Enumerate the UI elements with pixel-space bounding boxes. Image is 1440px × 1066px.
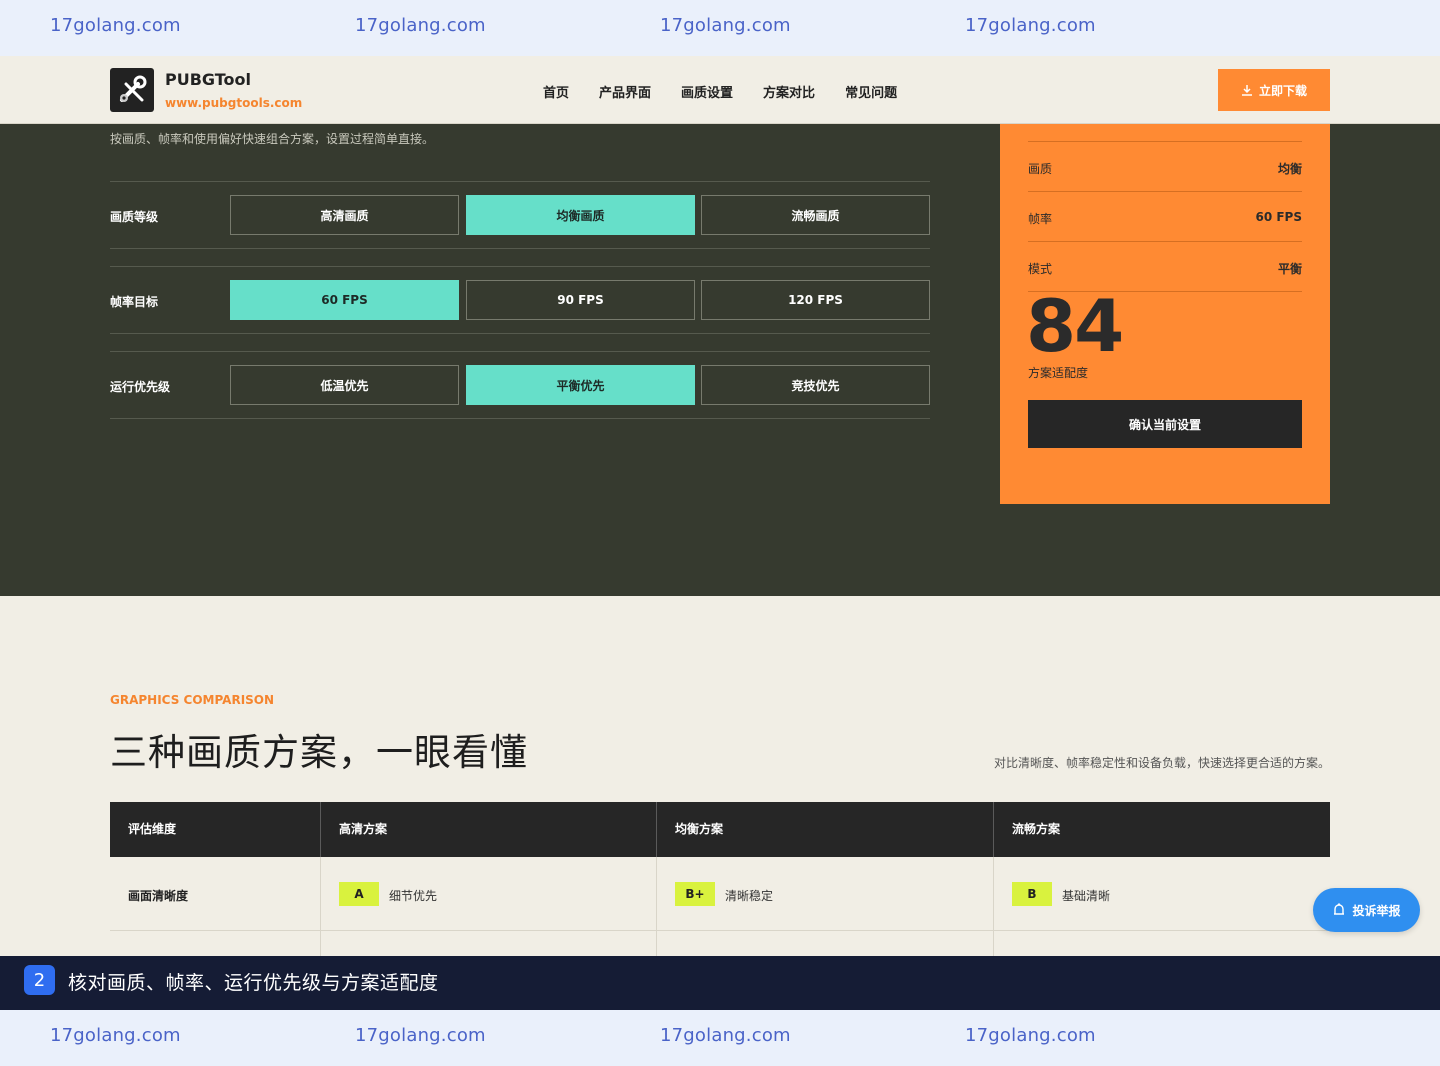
table-cell — [656, 931, 993, 956]
download-icon — [1241, 85, 1252, 96]
watermark-text: 17golang.com — [355, 1025, 486, 1046]
option-button[interactable]: 低温优先 — [230, 365, 459, 405]
table-header-cell: 均衡方案 — [656, 802, 993, 857]
option-button-selected[interactable]: 平衡优先 — [466, 365, 695, 405]
section-eyebrow: GRAPHICS COMPARISON — [110, 693, 275, 707]
report-label: 投诉举报 — [1352, 903, 1401, 918]
grade-badge: B+ — [675, 882, 715, 906]
watermark-text: 17golang.com — [965, 15, 1096, 36]
table-cell: 画面清晰度 — [110, 857, 320, 931]
summary-row-fps: 帧率 60 FPS — [1028, 191, 1302, 241]
watermark-text: 17golang.com — [660, 1025, 791, 1046]
option-group-fps: 帧率目标 60 FPS 90 FPS 120 FPS — [110, 266, 930, 334]
step-caption: 2 核对画质、帧率、运行优先级与方案适配度 — [0, 956, 1440, 1010]
option-button[interactable]: 120 FPS — [701, 280, 930, 320]
grade-badge: A — [339, 882, 379, 906]
table-row — [110, 931, 1330, 956]
config-intro: 按画质、帧率和使用偏好快速组合方案，设置过程简单直接。 — [110, 132, 435, 146]
row-label: 画面清晰度 — [128, 889, 189, 903]
site-header: PUBGTool www.pubgtools.com 首页 产品界面 画质设置 … — [0, 56, 1440, 124]
table-cell: B 基础清晰 — [993, 857, 1330, 931]
brand-name: PUBGTool — [165, 70, 252, 89]
section-title: 三种画质方案，一眼看懂 — [110, 731, 528, 774]
option-group-label: 运行优先级 — [110, 380, 171, 394]
download-label: 立即下载 — [1258, 83, 1307, 98]
watermark-bar-top: 17golang.com 17golang.com 17golang.com 1… — [0, 0, 1440, 56]
grade-text: 细节优先 — [389, 889, 438, 903]
comparison-section: GRAPHICS COMPARISON 三种画质方案，一眼看懂 对比清晰度、帧率… — [0, 596, 1440, 956]
table-cell: A 细节优先 — [320, 857, 656, 931]
watermark-bar-bottom: 17golang.com 17golang.com 17golang.com 1… — [0, 1010, 1440, 1066]
summary-value: 均衡 — [1277, 162, 1302, 176]
option-button-selected[interactable]: 60 FPS — [230, 280, 459, 320]
fit-score: 84 — [1026, 284, 1124, 368]
summary-key: 画质 — [1028, 162, 1053, 176]
brand-url[interactable]: www.pubgtools.com — [165, 96, 302, 110]
table-row: 画面清晰度 A 细节优先 B+ 清晰稳定 B 基础清晰 — [110, 857, 1330, 931]
summary-key: 帧率 — [1028, 212, 1053, 226]
tools-icon — [120, 75, 147, 102]
nav-item-product[interactable]: 产品界面 — [599, 82, 651, 101]
option-button[interactable]: 90 FPS — [466, 280, 695, 320]
bell-icon — [1334, 903, 1345, 915]
watermark-text: 17golang.com — [355, 15, 486, 36]
option-button[interactable]: 高清画质 — [230, 195, 459, 235]
table-cell: B+ 清晰稳定 — [656, 857, 993, 931]
option-group-priority: 运行优先级 低温优先 平衡优先 竞技优先 — [110, 351, 930, 419]
option-group-quality: 画质等级 高清画质 均衡画质 流畅画质 — [110, 181, 930, 249]
logo[interactable] — [110, 68, 154, 112]
nav-item-graphics[interactable]: 画质设置 — [681, 82, 733, 101]
table-header-cell: 高清方案 — [320, 802, 656, 857]
option-button-selected[interactable]: 均衡画质 — [466, 195, 695, 235]
summary-row-quality: 画质 均衡 — [1028, 141, 1302, 191]
grade-badge: B — [1012, 882, 1052, 906]
summary-value: 60 FPS — [1255, 210, 1302, 224]
grade-text: 清晰稳定 — [725, 889, 774, 903]
table-header-cell: 评估维度 — [128, 822, 177, 836]
watermark-text: 17golang.com — [660, 15, 791, 36]
watermark-text: 17golang.com — [50, 1025, 181, 1046]
step-number-badge: 2 — [24, 965, 55, 995]
step-caption-text: 核对画质、帧率、运行优先级与方案适配度 — [68, 972, 439, 994]
nav-item-faq[interactable]: 常见问题 — [845, 82, 897, 101]
option-button[interactable]: 竞技优先 — [701, 365, 930, 405]
summary-value: 平衡 — [1277, 262, 1302, 276]
comparison-table: 评估维度 高清方案 均衡方案 流畅方案 画面清晰度 A 细节优先 B+ 清晰稳定… — [110, 802, 1330, 956]
table-cell — [993, 931, 1330, 956]
watermark-text: 17golang.com — [965, 1025, 1096, 1046]
config-section: 按画质、帧率和使用偏好快速组合方案，设置过程简单直接。 画质等级 高清画质 均衡… — [0, 124, 1440, 596]
report-button[interactable]: 投诉举报 — [1313, 888, 1420, 932]
grade-text: 基础清晰 — [1062, 889, 1111, 903]
option-group-label: 画质等级 — [110, 210, 159, 224]
summary-key: 模式 — [1028, 262, 1053, 276]
table-cell — [320, 931, 656, 956]
table-header-cell: 流畅方案 — [993, 802, 1330, 857]
fit-score-label: 方案适配度 — [1028, 366, 1089, 380]
table-header: 评估维度 高清方案 均衡方案 流畅方案 — [110, 802, 1330, 857]
option-button[interactable]: 流畅画质 — [701, 195, 930, 235]
confirm-settings-button[interactable]: 确认当前设置 — [1028, 400, 1302, 448]
watermark-text: 17golang.com — [50, 15, 181, 36]
section-subtitle: 对比清晰度、帧率稳定性和设备负载，快速选择更合适的方案。 — [993, 756, 1330, 770]
download-button[interactable]: 立即下载 — [1218, 69, 1330, 111]
main-nav: 首页 产品界面 画质设置 方案对比 常见问题 — [543, 82, 897, 101]
summary-card: 画质 均衡 帧率 60 FPS 模式 平衡 84 方案适配度 确认当前设置 — [1000, 124, 1330, 504]
nav-item-compare[interactable]: 方案对比 — [763, 82, 815, 101]
option-group-label: 帧率目标 — [110, 295, 159, 309]
nav-item-home[interactable]: 首页 — [543, 82, 569, 101]
